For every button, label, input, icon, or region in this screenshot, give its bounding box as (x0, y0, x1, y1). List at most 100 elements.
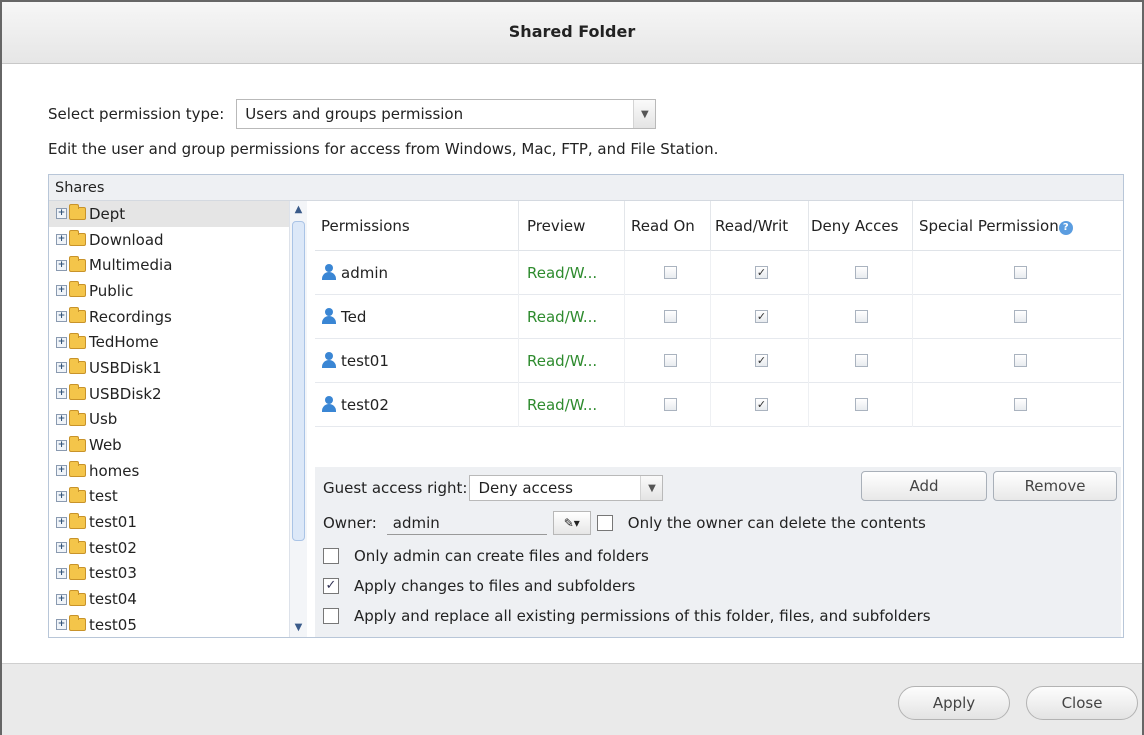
admin-create-label: Only admin can create files and folders (354, 547, 649, 565)
expand-icon[interactable]: + (56, 208, 67, 220)
close-button[interactable]: Close (1026, 686, 1138, 720)
add-button[interactable]: Add (861, 471, 987, 501)
expand-icon[interactable]: + (56, 285, 67, 297)
expand-icon[interactable]: + (56, 413, 67, 425)
tree-item-label: test05 (89, 615, 137, 634)
tree-item[interactable]: + Dept (49, 201, 289, 227)
tree-item[interactable]: + test05 (49, 612, 289, 637)
remove-button[interactable]: Remove (993, 471, 1117, 501)
guest-access-select[interactable]: Deny access ▼ (469, 475, 664, 501)
table-row[interactable]: test02 Read/W... ✓ (315, 382, 1121, 427)
help-icon[interactable]: ? (1058, 220, 1073, 235)
chevron-down-icon[interactable]: ▼ (633, 100, 656, 128)
read-only-checkbox[interactable] (664, 398, 677, 411)
read-only-checkbox[interactable] (664, 310, 677, 323)
apply-button[interactable]: Apply (898, 686, 1010, 720)
dialog-footer: Apply Close (2, 663, 1142, 735)
folder-icon (69, 230, 86, 247)
scroll-down-icon[interactable]: ▼ (290, 619, 307, 637)
deny-access-checkbox[interactable] (855, 266, 868, 279)
tree-item[interactable]: + TedHome (49, 329, 289, 355)
special-permission-checkbox[interactable] (1013, 398, 1027, 411)
tree-item[interactable]: + USBDisk1 (49, 355, 289, 381)
special-permission-checkbox[interactable] (1013, 266, 1027, 279)
folder-icon (69, 307, 86, 324)
tree-item[interactable]: + Web (49, 432, 289, 458)
special-permission-checkbox[interactable] (1013, 354, 1027, 367)
apply-changes-label: Apply changes to files and subfolders (354, 577, 636, 595)
tree-item-label: test02 (89, 538, 137, 557)
tree-item[interactable]: + test02 (49, 535, 289, 561)
col-preview[interactable]: Preview (518, 200, 624, 251)
apply-changes-checkbox[interactable]: ✓ (323, 578, 339, 594)
expand-icon[interactable]: + (56, 516, 67, 528)
col-read-write[interactable]: Read/Writ (710, 200, 808, 251)
tree-item[interactable]: + Download (49, 227, 289, 253)
edit-owner-button[interactable]: ✎▾ (552, 511, 591, 535)
expand-icon[interactable]: + (56, 362, 67, 374)
folder-icon (69, 512, 86, 529)
expand-icon[interactable]: + (56, 542, 67, 554)
admin-create-option: Only admin can create files and folders (323, 547, 649, 565)
table-row[interactable]: test01 Read/W... ✓ (315, 338, 1121, 383)
scroll-up-icon[interactable]: ▲ (290, 201, 307, 219)
deny-access-checkbox[interactable] (855, 398, 868, 411)
tree-item-label: USBDisk2 (89, 384, 162, 403)
grid-header: Permissions Preview Read On Read/Writ De… (315, 200, 1121, 251)
tree-item[interactable]: + USBDisk2 (49, 381, 289, 407)
tree-item[interactable]: + test01 (49, 509, 289, 535)
tree-item-label: Multimedia (89, 256, 173, 275)
admin-create-checkbox[interactable] (323, 548, 339, 564)
read-only-checkbox[interactable] (664, 354, 677, 367)
apply-replace-option: Apply and replace all existing permissio… (323, 607, 931, 625)
col-permissions[interactable]: Permissions (315, 217, 518, 235)
expand-icon[interactable]: + (56, 336, 67, 348)
expand-icon[interactable]: + (56, 234, 67, 246)
tree-item[interactable]: + Usb (49, 407, 289, 433)
tree-item[interactable]: + Multimedia (49, 252, 289, 278)
expand-icon[interactable]: + (56, 465, 67, 477)
expand-icon[interactable]: + (56, 388, 67, 400)
col-deny-access[interactable]: Deny Acces (808, 200, 912, 251)
owner-delete-checkbox[interactable] (596, 515, 613, 531)
tree-item[interactable]: + test (49, 484, 289, 510)
tree-item[interactable]: + Public (49, 278, 289, 304)
read-write-checkbox[interactable]: ✓ (755, 398, 768, 411)
chevron-down-icon[interactable]: ▼ (640, 476, 663, 500)
tree-item[interactable]: + Recordings (49, 304, 289, 330)
special-cell (912, 338, 1121, 383)
col-special-permission[interactable]: Special Permission? (912, 200, 1121, 251)
tree-scrollbar[interactable]: ▲ ▼ (289, 201, 307, 637)
table-row[interactable]: admin Read/W... ✓ (315, 250, 1121, 295)
tree-item[interactable]: + test04 (49, 586, 289, 612)
expand-icon[interactable]: + (56, 439, 67, 451)
expand-icon[interactable]: + (56, 259, 67, 271)
deny-cell (808, 382, 912, 427)
col-read-only[interactable]: Read On (624, 200, 710, 251)
owner-row: Owner: admin ✎▾ Only the owner can delet… (323, 508, 926, 538)
tree-item[interactable]: + test03 (49, 561, 289, 587)
table-row[interactable]: Ted Read/W... ✓ (315, 294, 1121, 339)
deny-cell (808, 294, 912, 339)
apply-replace-checkbox[interactable] (323, 608, 339, 624)
expand-icon[interactable]: + (56, 311, 67, 323)
folder-icon (69, 281, 86, 298)
folder-icon (69, 358, 86, 375)
expand-icon[interactable]: + (56, 619, 67, 631)
read-write-checkbox[interactable]: ✓ (755, 266, 768, 279)
special-permission-checkbox[interactable] (1013, 310, 1027, 323)
deny-access-checkbox[interactable] (855, 310, 868, 323)
permission-type-select[interactable]: Users and groups permission ▼ (236, 99, 657, 129)
expand-icon[interactable]: + (56, 593, 67, 605)
expand-icon[interactable]: + (56, 567, 67, 579)
deny-access-checkbox[interactable] (855, 354, 868, 367)
read-write-checkbox[interactable]: ✓ (755, 354, 768, 367)
apply-changes-option: ✓ Apply changes to files and subfolders (323, 577, 635, 595)
special-cell (912, 250, 1121, 295)
read-only-checkbox[interactable] (664, 266, 677, 279)
expand-icon[interactable]: + (56, 490, 67, 502)
tree-item[interactable]: + homes (49, 458, 289, 484)
read-write-checkbox[interactable]: ✓ (755, 310, 768, 323)
owner-field[interactable]: admin (386, 511, 547, 535)
scroll-thumb[interactable] (292, 221, 305, 541)
